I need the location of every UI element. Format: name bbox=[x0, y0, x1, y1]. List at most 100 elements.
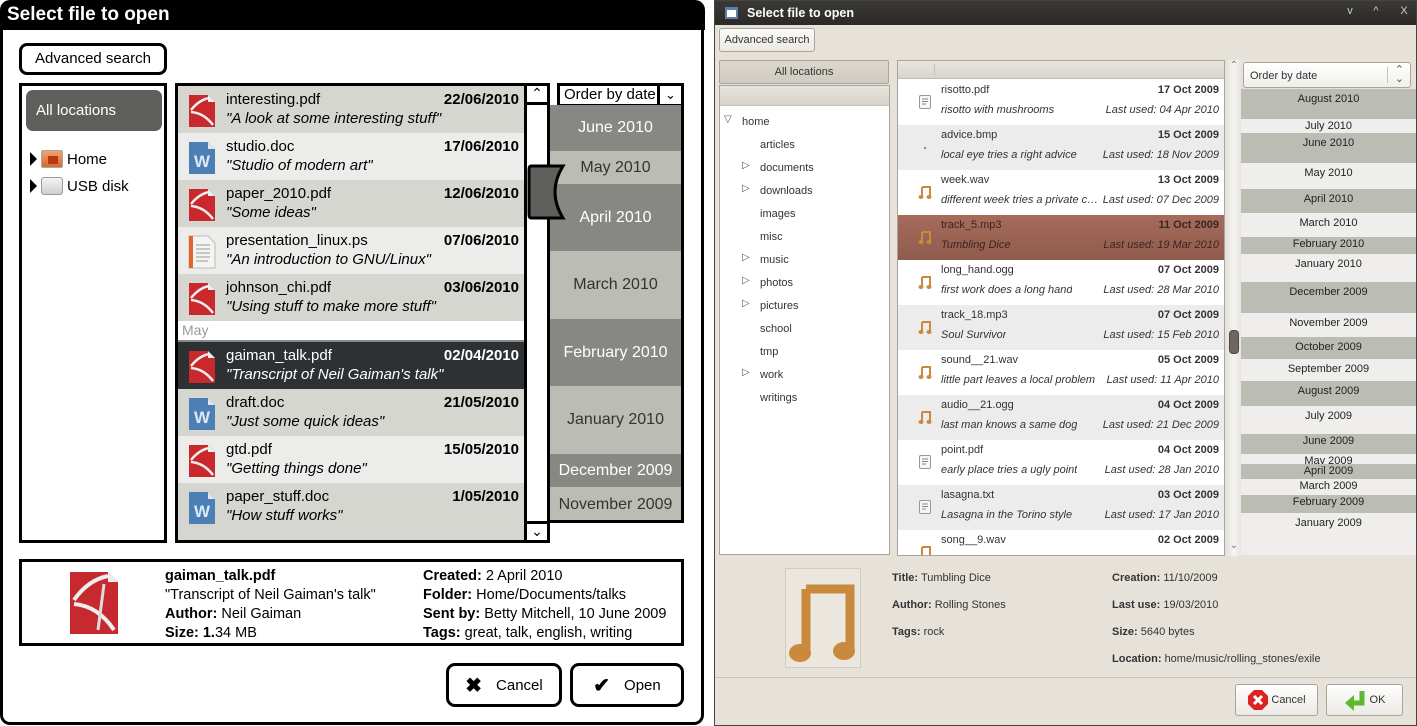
file-row[interactable]: lasagna.txt Lasagna in the Torino style 03… bbox=[898, 485, 1224, 530]
timeline-month[interactable]: May 2009 bbox=[1241, 454, 1416, 467]
scroll-up-icon[interactable]: ⌃ bbox=[1226, 60, 1242, 71]
file-row[interactable]: johnson_chi.pdf "Using stuff to make more… bbox=[178, 274, 524, 321]
location-home[interactable]: Home bbox=[30, 148, 107, 170]
timeline-month[interactable]: May 2010 bbox=[1241, 163, 1416, 189]
timeline-month[interactable]: July 2009 bbox=[1241, 406, 1416, 434]
file-row[interactable]: Wstudio.doc "Studio of modern art" 17/06/2… bbox=[178, 133, 524, 180]
folder-work[interactable]: work bbox=[760, 367, 783, 383]
timeline-month[interactable]: January 2009 bbox=[1241, 513, 1416, 555]
folder-misc[interactable]: misc bbox=[760, 229, 783, 245]
open-button[interactable]: ✔ Open bbox=[570, 663, 684, 707]
ok-button[interactable]: OK bbox=[1326, 684, 1403, 716]
file-row[interactable]: presentation_linux.ps "An introduction to… bbox=[178, 227, 524, 274]
timeline-month[interactable]: November 2009 bbox=[1241, 313, 1416, 337]
scroll-down-icon[interactable]: ⌄ bbox=[1226, 540, 1242, 551]
timeline-month[interactable]: March 2010 bbox=[1241, 213, 1416, 237]
file-row[interactable]: gaiman_talk.pdf "Transcript of Neil Gaima… bbox=[178, 342, 524, 389]
folder-music[interactable]: music bbox=[760, 252, 789, 268]
file-row[interactable]: long_hand.ogg first work does a long hand… bbox=[898, 260, 1224, 305]
folder-downloads[interactable]: downloads bbox=[760, 183, 813, 199]
order-by-select[interactable]: Order by date ⌄ bbox=[557, 83, 684, 107]
tags-value: great, talk, english, writing bbox=[464, 625, 633, 641]
file-date: 1/05/2010 bbox=[452, 488, 519, 505]
order-by-combo[interactable]: Order by date ⌃ ⌄ bbox=[1243, 62, 1411, 88]
folder-tmp[interactable]: tmp bbox=[760, 344, 778, 360]
file-row[interactable]: song__9.wav 02 Oct 2009 bbox=[898, 530, 1224, 555]
file-row[interactable]: track_18.mp3 Soul Survivor 07 Oct 2009 Last… bbox=[898, 305, 1224, 350]
folder-images[interactable]: images bbox=[760, 206, 795, 222]
folder-photos[interactable]: photos bbox=[760, 275, 793, 291]
file-list-scrollbar[interactable]: ⌃ ⌄ bbox=[1226, 60, 1242, 556]
file-row[interactable]: gtd.pdf "Getting things done" 15/05/2010 bbox=[178, 436, 524, 483]
timeline-month[interactable]: August 2009 bbox=[1241, 381, 1416, 406]
file-row[interactable]: interesting.pdf "A look at some interesti… bbox=[178, 86, 524, 133]
file-row[interactable]: Wdraft.doc "Just some quick ideas" 21/05/2… bbox=[178, 389, 524, 436]
timeline-month[interactable]: June 2009 bbox=[1241, 434, 1416, 454]
collapsed-triangle-icon[interactable]: ▷ bbox=[742, 275, 750, 286]
folder-home[interactable]: home bbox=[742, 114, 770, 130]
location-usb-disk[interactable]: USB disk bbox=[30, 175, 129, 197]
timeline-month[interactable]: March 2010 bbox=[550, 251, 681, 319]
timeline-month[interactable]: October 2009 bbox=[1241, 337, 1416, 359]
scrollbar-thumb[interactable] bbox=[1229, 330, 1239, 354]
timeline-month[interactable]: August 2010 bbox=[1241, 89, 1416, 119]
timeline-month[interactable]: June 2010 bbox=[1241, 133, 1416, 163]
timeline-month[interactable]: December 2009 bbox=[550, 454, 681, 487]
timeline-month[interactable]: January 2010 bbox=[550, 386, 681, 454]
cancel-button[interactable]: ✖ Cancel bbox=[446, 663, 562, 707]
timeline-month[interactable]: February 2010 bbox=[1241, 237, 1416, 254]
file-row[interactable]: advice.bmp local eye tries a right advice… bbox=[898, 125, 1224, 170]
all-locations-button[interactable]: All locations bbox=[26, 90, 162, 131]
timeline-month[interactable]: November 2009 bbox=[550, 487, 681, 520]
timeline-month[interactable]: May 2010 bbox=[550, 151, 681, 184]
scroll-down-button[interactable]: ⌄ bbox=[524, 521, 550, 543]
folder-pictures[interactable]: pictures bbox=[760, 298, 799, 314]
file-name: risotto.pdf bbox=[941, 84, 990, 96]
timeline-month[interactable]: April 2010 bbox=[1241, 189, 1416, 213]
file-row[interactable]: week.wav different week tries a private c… bbox=[898, 170, 1224, 215]
timeline-scroll-handle[interactable] bbox=[527, 164, 567, 220]
timeline-month[interactable]: March 2009 bbox=[1241, 479, 1416, 495]
collapsed-triangle-icon[interactable]: ▷ bbox=[742, 298, 750, 309]
folder-writings[interactable]: writings bbox=[760, 390, 797, 406]
advanced-search-button[interactable]: Advanced search bbox=[719, 28, 815, 52]
file-row[interactable]: paper_2010.pdf "Some ideas" 12/06/2010 bbox=[178, 180, 524, 227]
collapsed-triangle-icon[interactable]: ▷ bbox=[742, 252, 750, 263]
advanced-search-button[interactable]: Advanced search bbox=[19, 43, 167, 75]
cancel-button[interactable]: Cancel bbox=[1235, 684, 1318, 716]
folder-articles[interactable]: articles bbox=[760, 137, 795, 153]
date-timeline[interactable]: June 2010 May 2010 April 2010 March 2010 Feb… bbox=[547, 105, 684, 523]
file-row[interactable]: sound__21.wav little part leaves a local … bbox=[898, 350, 1224, 395]
date-timeline[interactable]: August 2010 July 2010 June 2010 May 2010 Apr… bbox=[1241, 89, 1416, 555]
file-last-used: Last used: 07 Dec 2009 bbox=[1102, 194, 1219, 206]
close-button[interactable]: X bbox=[1395, 5, 1413, 17]
file-row[interactable]: audio__21.ogg last man knows a same dog 04… bbox=[898, 395, 1224, 440]
collapsed-triangle-icon[interactable]: ▷ bbox=[742, 183, 750, 194]
folder-school[interactable]: school bbox=[760, 321, 792, 337]
svg-text:W: W bbox=[194, 502, 211, 521]
expanded-triangle-icon[interactable]: ▽ bbox=[724, 114, 732, 125]
timeline-month[interactable]: July 2010 bbox=[1241, 119, 1416, 133]
timeline-month[interactable]: February 2010 bbox=[550, 319, 681, 386]
timeline-month[interactable]: February 2009 bbox=[1241, 495, 1416, 513]
file-row[interactable]: risotto.pdf risotto with mushrooms 17 Oct … bbox=[898, 80, 1224, 125]
expand-triangle-icon[interactable] bbox=[30, 179, 37, 193]
expand-triangle-icon[interactable] bbox=[30, 152, 37, 166]
timeline-month[interactable]: September 2009 bbox=[1241, 359, 1416, 381]
file-row[interactable]: point.pdf early place tries a ugly point 0… bbox=[898, 440, 1224, 485]
maximize-button[interactable]: ^ bbox=[1367, 5, 1385, 17]
collapsed-triangle-icon[interactable]: ▷ bbox=[742, 160, 750, 171]
order-by-value: Order by date bbox=[1250, 70, 1318, 82]
timeline-month[interactable]: December 2009 bbox=[1241, 282, 1416, 313]
timeline-month[interactable]: June 2010 bbox=[550, 105, 681, 151]
all-locations-button[interactable]: All locations bbox=[719, 60, 889, 84]
scroll-up-button[interactable]: ⌃ bbox=[524, 83, 550, 105]
collapsed-triangle-icon[interactable]: ▷ bbox=[742, 367, 750, 378]
file-row[interactable]: track_5.mp3 Tumbling Dice 11 Oct 2009 Last … bbox=[898, 215, 1224, 260]
timeline-month[interactable]: April 2009 bbox=[1241, 464, 1416, 479]
timeline-month[interactable]: January 2010 bbox=[1241, 254, 1416, 282]
folder-documents[interactable]: documents bbox=[760, 160, 814, 176]
file-row[interactable]: Wpaper_stuff.doc "How stuff works" 1/05/20… bbox=[178, 483, 524, 530]
minimize-button[interactable]: v bbox=[1341, 5, 1359, 17]
timeline-month[interactable]: April 2010 bbox=[550, 184, 681, 251]
